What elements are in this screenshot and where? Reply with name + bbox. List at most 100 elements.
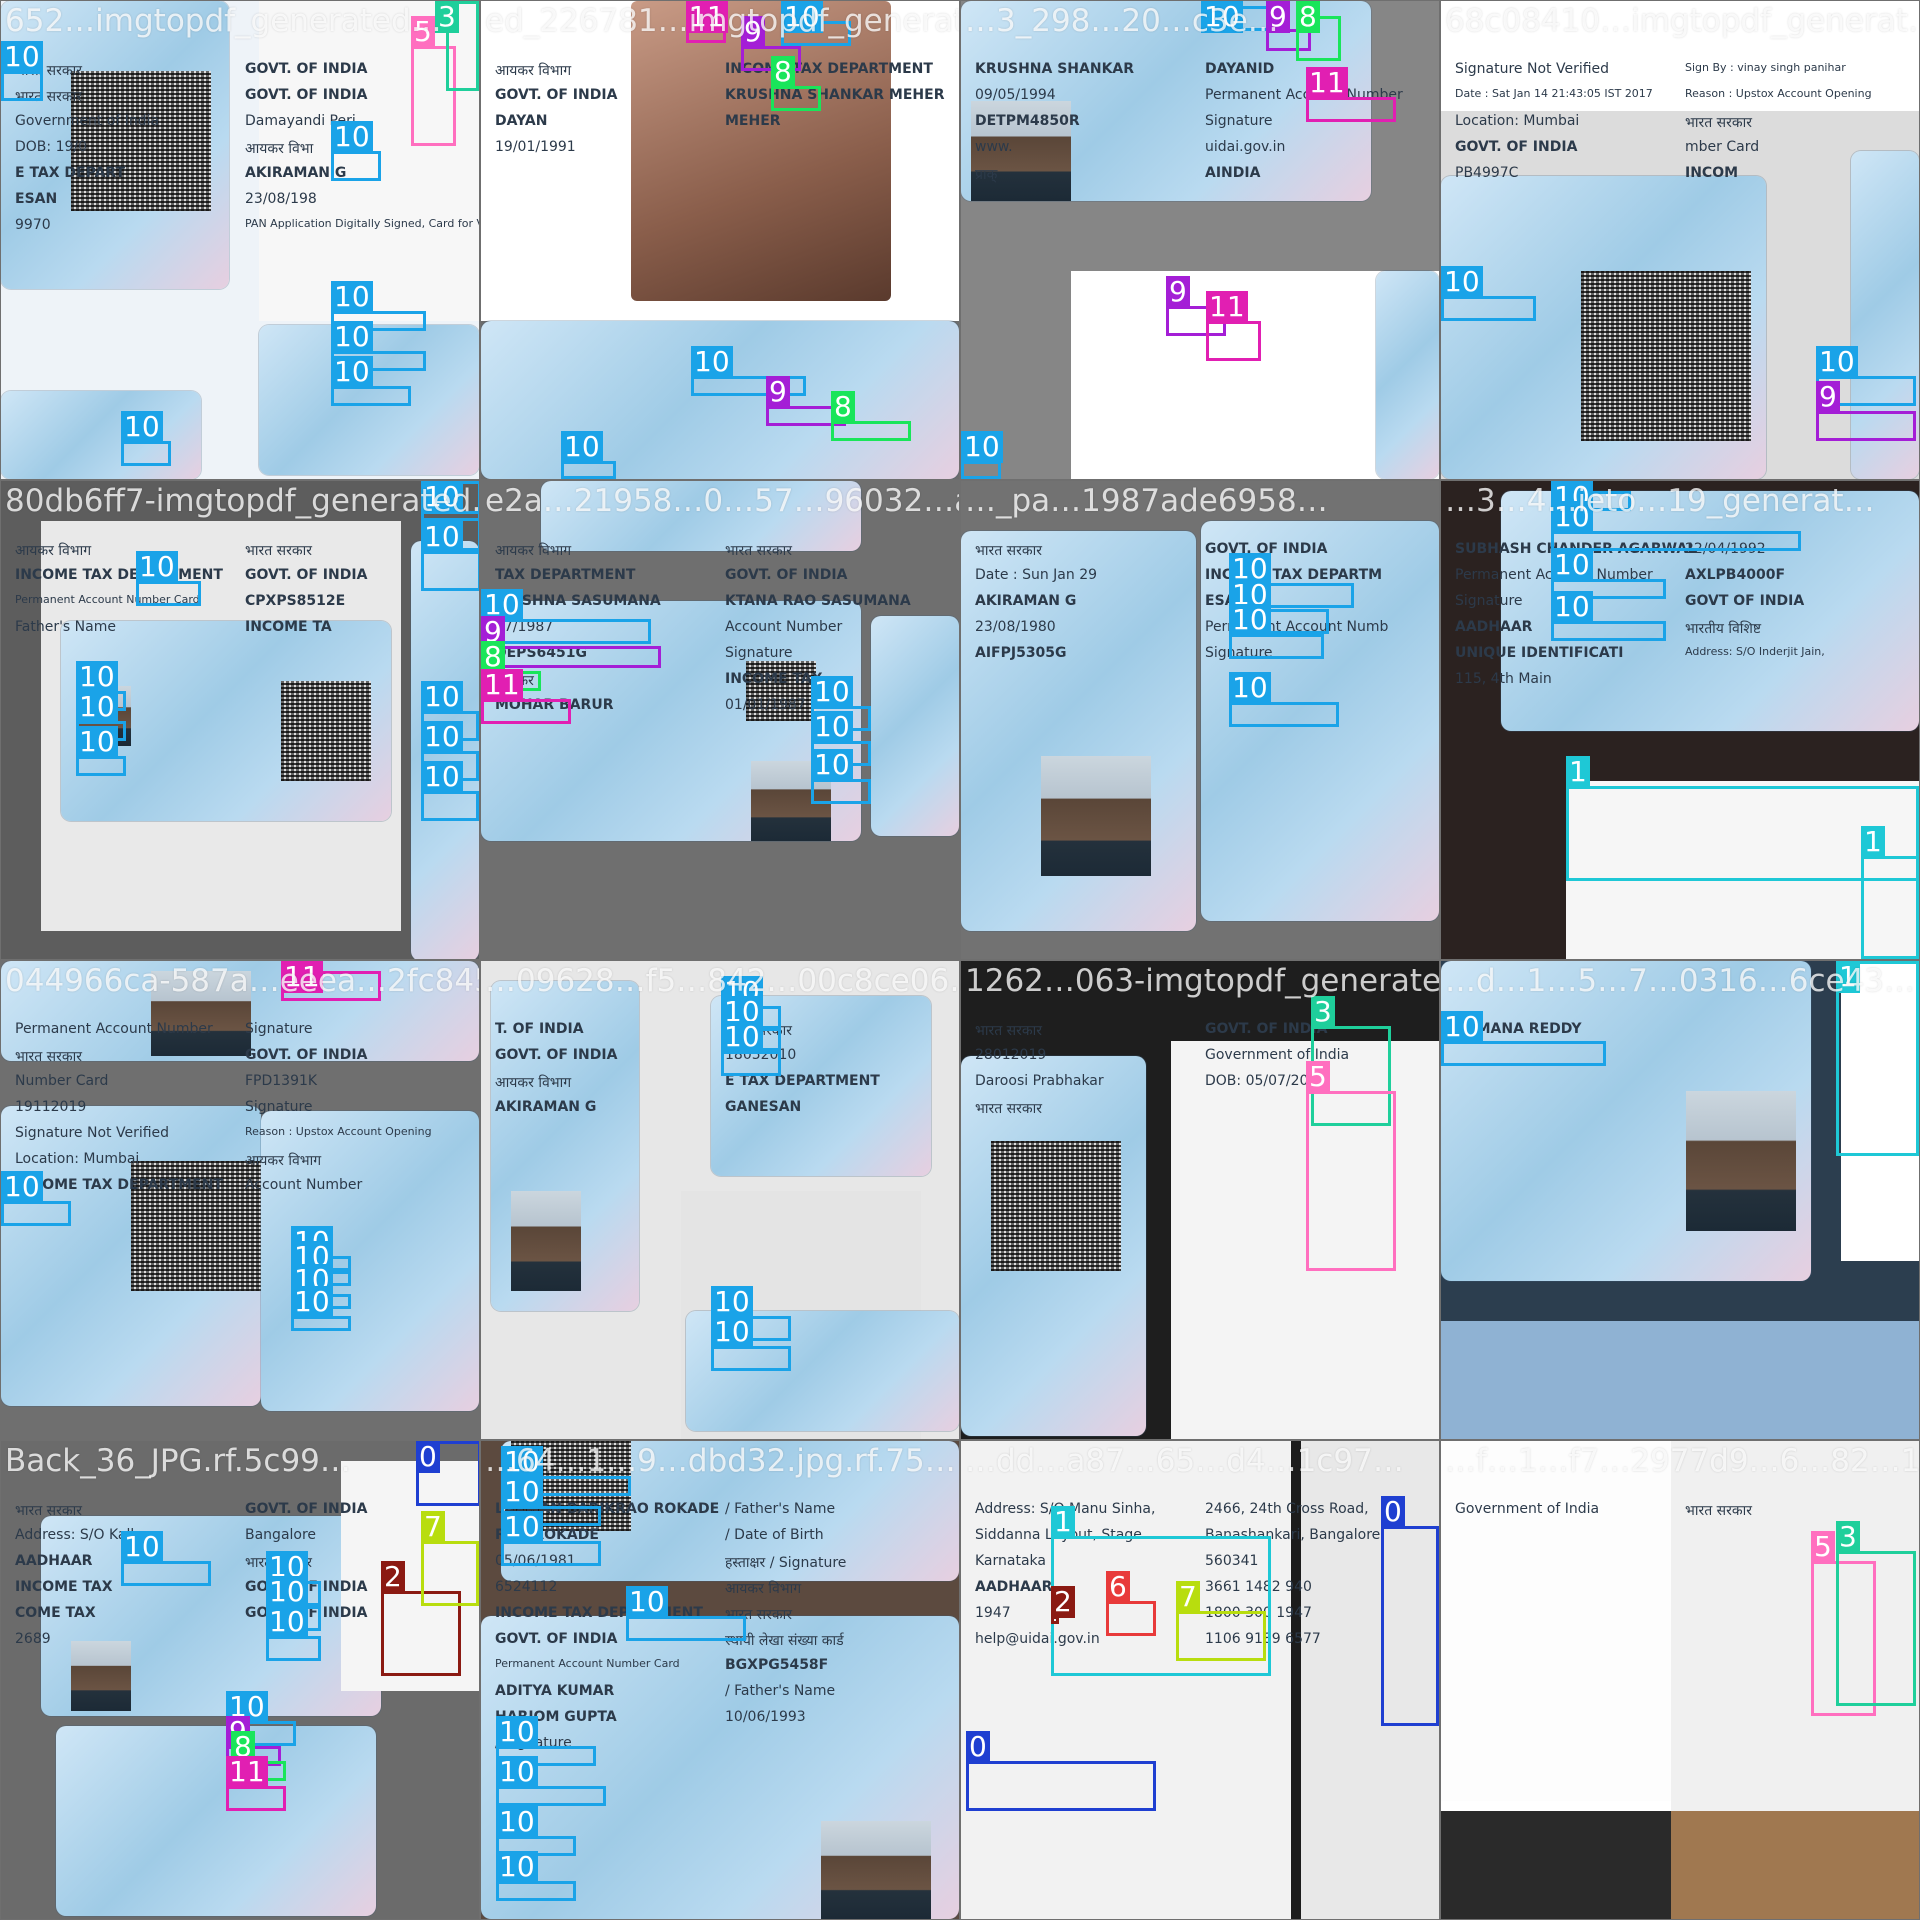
mosaic-tile: Government of India भारत सरकार 5 3 …f…1…f7…2… — [1441, 1441, 1919, 1919]
class-id-label: 1 — [1566, 756, 1590, 788]
class-id-label: 0 — [966, 1731, 990, 1763]
class-id-label: 10 — [421, 761, 463, 793]
class-id-label: 10 — [266, 1576, 308, 1608]
card-text: TAX DEPARTMENT — [495, 567, 636, 583]
card-text: 115, 4th Main — [1455, 671, 1552, 687]
card-text: INCOME TA — [245, 619, 332, 635]
class-id-label: 10 — [1551, 549, 1593, 581]
class-id-label: 3 — [1311, 996, 1335, 1028]
class-id-label: 5 — [1811, 1531, 1835, 1563]
detection-box — [421, 551, 479, 591]
card-text: 01/01/1987 — [725, 697, 806, 713]
card-text: 9970 — [15, 217, 51, 233]
card-photo — [511, 1191, 581, 1291]
card-text: DAYANID — [1205, 61, 1275, 77]
class-id-label: 10 — [1, 1171, 43, 1203]
card-photo — [1041, 756, 1151, 876]
class-id-label: 10 — [331, 121, 373, 153]
card-text: Date : Sun Jan 29 — [975, 567, 1098, 583]
detection-box — [711, 1346, 791, 1371]
class-id-label: 10 — [1229, 604, 1271, 636]
card-text: GOVT. OF INDIA — [245, 567, 368, 583]
card-text: ADITYA KUMAR — [495, 1683, 615, 1699]
card-text: / Father's Name — [725, 1683, 836, 1699]
class-id-label: 7 — [421, 1511, 445, 1543]
class-id-label: 10 — [1551, 591, 1593, 623]
card-text: भारत सरकार — [975, 1023, 1042, 1039]
card-text: GOVT. OF INDIA — [245, 87, 368, 103]
class-id-label: 11 — [481, 669, 523, 701]
card-text: PB4997C — [1455, 165, 1519, 181]
tile-filename-label: …3…4…ieto…19_generat… — [1445, 483, 1875, 519]
card-text: 23/08/1980 — [975, 619, 1056, 635]
class-id-label: 10 — [811, 676, 853, 708]
class-id-label: 10 — [496, 1716, 538, 1748]
id-card — [871, 616, 959, 836]
card-text: Bangalore — [245, 1527, 317, 1543]
card-text: 2689 — [15, 1631, 51, 1647]
tile-filename-label: 1262…063-imgtopdf_generated… — [965, 963, 1439, 999]
card-text: KRUSHNA SHANKAR — [975, 61, 1135, 77]
tile-filename-label: …f…1…f7…2977d9…6…82…1…5… — [1445, 1443, 1919, 1479]
detection-box — [76, 756, 126, 776]
class-id-label: 10 — [331, 356, 373, 388]
class-id-label: 10 — [811, 711, 853, 743]
training-batch-mosaic: भारत सरकार GOVT. OF INDIA भारत सरकार GOVT. … — [0, 0, 1920, 1920]
id-card — [1376, 271, 1439, 479]
card-text: Government of India — [1455, 1501, 1600, 1517]
class-id-label: 10 — [626, 1586, 668, 1618]
detection-box — [1, 1201, 71, 1226]
card-text: GOVT. OF INDIA — [1455, 139, 1578, 155]
tile-filename-label: …3_298…20…c3e… — [965, 3, 1279, 39]
mosaic-tile: T. OF INDIAभारत सरकारGOVT. OF INDIA18052… — [481, 961, 959, 1439]
class-id-label: 10 — [331, 281, 373, 313]
detection-box — [1441, 1041, 1606, 1066]
class-id-label: 10 — [1, 41, 43, 73]
card-text: ESAN — [15, 191, 58, 207]
class-id-label: 10 — [501, 1511, 543, 1543]
detection-box — [961, 461, 1001, 479]
detection-box — [136, 581, 201, 606]
mosaic-tile: आयकर विभाग भारत सरकार INCOME TAX DEPARTMEN… — [1, 481, 479, 959]
detection-box — [421, 791, 479, 821]
card-text: DETPM4850R — [975, 113, 1080, 129]
mosaic-tile: आयकर विभाग भारत सरकार TAX DEPARTMENT GOVT. … — [481, 481, 959, 959]
card-text: Signature — [1455, 593, 1523, 609]
card-text: Reason : Upstox Account Opening — [245, 1125, 432, 1138]
card-text: mber Card — [1685, 139, 1760, 155]
class-id-label: 10 — [961, 431, 1003, 463]
card-text: Signature — [245, 1021, 313, 1037]
paper-scan — [1671, 1811, 1919, 1919]
card-text: AADHAAR — [1455, 619, 1533, 635]
tile-filename-label: …dd…a87…65…d4…1c97… — [965, 1443, 1404, 1479]
qr-code — [71, 71, 211, 211]
card-text: भारत सरकार — [975, 543, 1042, 559]
card-text: AADHAAR — [15, 1553, 93, 1569]
card-text: Account Number — [725, 619, 843, 635]
mosaic-tile: भारत सरकार GOVT. OF INDIA Date : Sun Jan 2… — [961, 481, 1439, 959]
card-text: PAN Application Digitally Signed, Card f… — [245, 217, 479, 230]
detection-box — [1, 71, 43, 101]
mosaic-tile: RAMANA REDDY 10 1 …d…1…5…7…0316…6ce43… — [1441, 961, 1919, 1439]
detection-box — [1306, 97, 1396, 122]
card-text: AIFPJ5305G — [975, 645, 1067, 661]
card-text: DOB: 19/0 — [15, 139, 88, 155]
detection-box — [1551, 621, 1666, 641]
class-id-label: 10 — [136, 551, 178, 583]
mosaic-tile: भारत सरकार GOVT. OF INDIA 28012019 Governme… — [961, 961, 1439, 1439]
detection-box — [226, 1786, 286, 1811]
detection-box — [1861, 856, 1919, 959]
qr-code — [991, 1141, 1121, 1271]
class-id-label: 10 — [121, 411, 163, 443]
card-text: INCOM — [1685, 165, 1739, 181]
card-text: Signature Not Verified — [15, 1125, 170, 1141]
mosaic-tile: Permanent Account Number Signature भारत सर… — [1, 961, 479, 1439]
tile-filename-label: …_pa…1987ade6958… — [965, 483, 1328, 519]
mosaic-tile: KRUSHNA SHANKAR DAYANID 09/05/1994 Permanen… — [961, 1, 1439, 479]
detection-box — [1816, 411, 1916, 441]
class-id-label: 10 — [76, 726, 118, 758]
detection-box — [266, 1636, 321, 1661]
card-text: Signature Not Verified — [1455, 61, 1610, 77]
card-text: 10/06/1993 — [725, 1709, 806, 1725]
card-text: Signature — [245, 1099, 313, 1115]
